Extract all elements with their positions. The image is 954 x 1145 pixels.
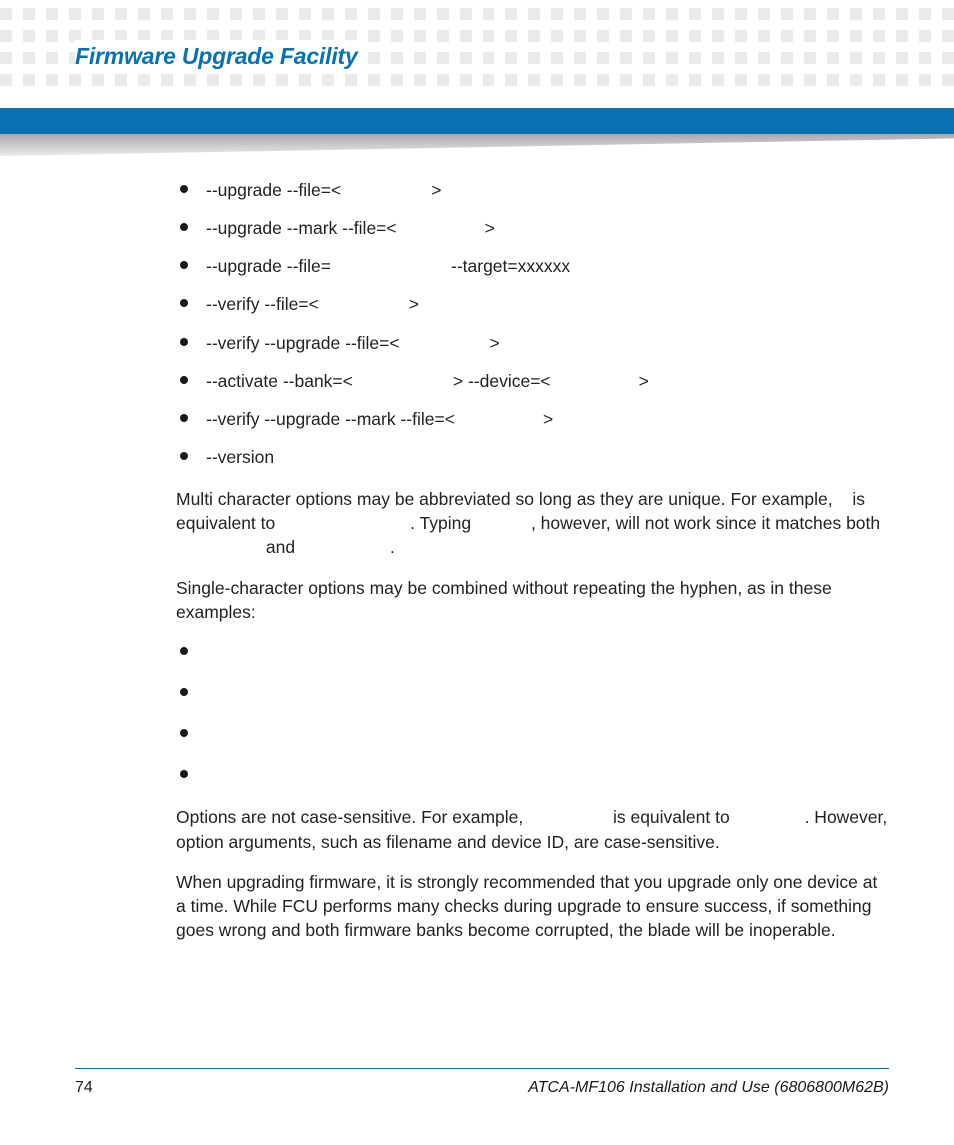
option-text: > [543,409,553,429]
option-text: > [431,180,441,200]
option-text: --activate --bank=< [206,371,353,391]
paragraph: When upgrading firmware, it is strongly … [176,870,889,942]
option-text: --verify --upgrade --file=< [206,333,400,353]
list-item: --verify --file=< > [176,292,889,316]
option-text: --upgrade --mark --file=< [206,218,397,238]
option-text: --version [206,447,274,467]
list-item: --upgrade --file= --target=xxxxxx [176,254,889,278]
option-list: --upgrade --file=< > --upgrade --mark --f… [176,178,889,469]
list-item [176,681,889,705]
paragraph: Multi character options may be abbreviat… [176,487,889,559]
footer-rule [75,1068,889,1069]
text: , however, will not work since it matche… [531,513,880,533]
text: . Typing [410,513,476,533]
option-text: > [485,218,495,238]
option-text: > --device=< [453,371,551,391]
footer-row: 74 ATCA-MF106 Installation and Use (6806… [75,1079,889,1097]
paragraph: Single-character options may be combined… [176,576,889,624]
header-blue-bar [0,108,954,134]
list-item: --upgrade --file=< > [176,178,889,202]
text: Options are not case-sensitive. For exam… [176,807,528,827]
text: is equivalent to [608,807,734,827]
text: Multi character options may be abbreviat… [176,489,837,509]
page-number: 74 [75,1079,93,1097]
list-item [176,763,889,787]
text: and [261,537,300,557]
option-text: > [639,371,649,391]
header-gray-wedge [0,134,954,156]
list-item: --verify --upgrade --mark --file=< > [176,407,889,431]
option-text: --upgrade --file=< [206,180,341,200]
text: . [390,537,395,557]
option-text: --target=xxxxxx [451,256,570,276]
page-footer: 74 ATCA-MF106 Installation and Use (6806… [75,1068,889,1097]
option-text: > [409,294,419,314]
list-item: --upgrade --mark --file=< > [176,216,889,240]
paragraph: Options are not case-sensitive. For exam… [176,805,889,853]
document-id: ATCA-MF106 Installation and Use (6806800… [528,1079,889,1097]
list-item: --version [176,445,889,469]
option-text: --verify --upgrade --mark --file=< [206,409,455,429]
page: Firmware Upgrade Facility --upgrade --fi… [0,0,954,1145]
option-text: --verify --file=< [206,294,319,314]
content-area: --upgrade --file=< > --upgrade --mark --f… [176,178,889,958]
page-title: Firmware Upgrade Facility [75,40,364,73]
list-item [176,722,889,746]
list-item [176,640,889,664]
option-text: > [490,333,500,353]
example-list [176,640,889,788]
list-item: --verify --upgrade --file=< > [176,331,889,355]
option-text: --upgrade --file= [206,256,331,276]
list-item: --activate --bank=< > --device=< > [176,369,889,393]
